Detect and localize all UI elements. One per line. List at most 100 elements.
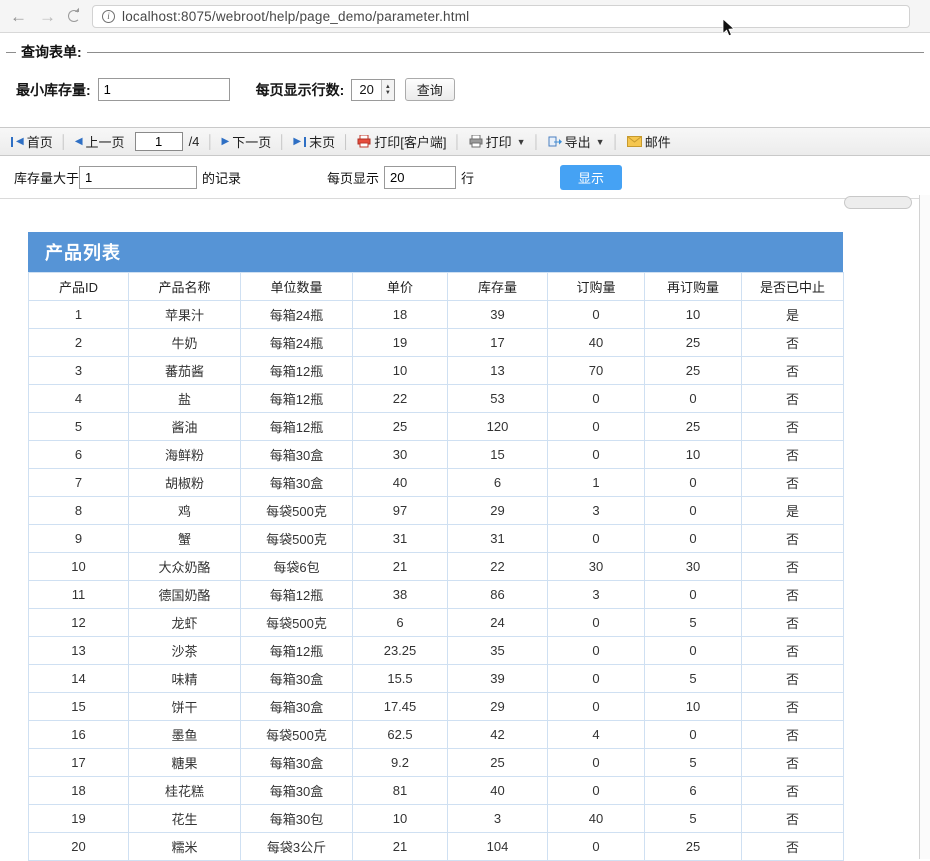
mail-button[interactable]: 邮件 — [623, 132, 675, 151]
next-page-label: 下一页 — [232, 135, 272, 150]
first-page-icon — [11, 136, 13, 147]
stock-gt-label: 库存量大于 — [14, 170, 80, 186]
table-cell: 牛奶 — [128, 328, 241, 357]
export-label: 导出 — [564, 135, 591, 150]
rows-per-page-stepper[interactable]: 20 ▲ ▼ — [351, 78, 395, 101]
table-cell: 10 — [28, 552, 129, 581]
prev-page-button[interactable]: ◀ 上一页 — [71, 132, 129, 151]
rows-per-page-value: 20 — [359, 81, 374, 97]
table-cell: 苹果汁 — [128, 300, 241, 329]
table-cell: 8 — [28, 496, 129, 525]
table-cell: 否 — [741, 636, 844, 665]
table-cell: 3 — [547, 580, 645, 609]
table-cell: 糯米 — [128, 832, 241, 861]
table-cell: 0 — [547, 748, 645, 777]
table-cell: 酱油 — [128, 412, 241, 441]
table-cell: 0 — [547, 776, 645, 805]
url-text: localhost:8075/webroot/help/page_demo/pa… — [122, 8, 470, 24]
table-cell: 否 — [741, 720, 844, 749]
forward-icon[interactable]: → — [39, 8, 56, 25]
table-cell: 每箱12瓶 — [240, 384, 353, 413]
col-header-discontinued: 是否已中止 — [741, 272, 844, 301]
next-page-button[interactable]: ▶ 下一页 — [218, 132, 276, 151]
stepper-down-icon[interactable]: ▼ — [385, 90, 391, 96]
query-form-legend: 查询表单: — [21, 44, 82, 60]
table-cell: 4 — [28, 384, 129, 413]
horizontal-scrollbar-thumb[interactable] — [844, 196, 912, 209]
records-suffix-label: 的记录 — [202, 170, 242, 186]
table-cell: 4 — [547, 720, 645, 749]
vertical-scrollbar[interactable] — [919, 195, 930, 859]
table-cell: 9.2 — [352, 748, 448, 777]
table-cell: 18 — [28, 776, 129, 805]
table-cell: 35 — [447, 636, 548, 665]
page-number-input[interactable] — [134, 132, 183, 151]
stepper-arrows-icon[interactable]: ▲ ▼ — [380, 79, 394, 100]
table-cell: 17 — [28, 748, 129, 777]
first-page-button[interactable]: ◀ 首页 — [7, 132, 57, 151]
toolbar-separator: │ — [532, 134, 541, 149]
table-cell: 19 — [352, 328, 448, 357]
info-icon[interactable]: i — [102, 9, 115, 23]
table-row: 11 德国奶酪 每箱12瓶 38 86 3 0 否 — [28, 580, 844, 609]
table-cell: 25 — [644, 412, 742, 441]
per-page-input[interactable] — [384, 165, 457, 189]
last-page-button[interactable]: ▶ 末页 — [289, 132, 339, 151]
table-cell: 40 — [547, 804, 645, 833]
table-cell: 0 — [644, 524, 742, 553]
reload-icon[interactable] — [68, 10, 80, 22]
toolbar-separator: │ — [453, 134, 462, 149]
chevron-down-icon: ▼ — [516, 136, 526, 147]
table-cell: 否 — [741, 552, 844, 581]
table-cell: 20 — [28, 832, 129, 861]
stock-gt-input[interactable] — [79, 165, 198, 189]
table-cell: 否 — [741, 524, 844, 553]
table-cell: 每箱30盒 — [240, 776, 353, 805]
table-cell: 0 — [644, 636, 742, 665]
table-cell: 3 — [447, 804, 548, 833]
product-table-section: 产品列表 产品ID 产品名称 单位数量 单价 库存量 订购量 再订购量 是否已中… — [28, 232, 844, 861]
table-cell: 胡椒粉 — [128, 468, 241, 497]
prev-page-label: 上一页 — [85, 135, 125, 150]
table-cell: 42 — [447, 720, 548, 749]
first-page-label: 首页 — [26, 135, 53, 150]
query-button[interactable]: 查询 — [404, 78, 455, 101]
table-cell: 15 — [28, 692, 129, 721]
back-icon[interactable]: ← — [10, 8, 27, 25]
table-cell: 22 — [447, 552, 548, 581]
table-row: 19 花生 每箱30包 10 3 40 5 否 — [28, 804, 844, 833]
table-cell: 40 — [447, 776, 548, 805]
show-button[interactable]: 显示 — [560, 164, 623, 190]
table-cell: 0 — [547, 832, 645, 861]
table-cell: 7 — [28, 468, 129, 497]
last-page-icon: ▶ — [293, 135, 302, 147]
table-cell: 31 — [352, 524, 448, 553]
table-cell: 5 — [644, 608, 742, 637]
table-cell: 每箱30盒 — [240, 664, 353, 693]
address-bar[interactable]: i localhost:8075/webroot/help/page_demo/… — [92, 4, 910, 28]
table-cell: 每箱12瓶 — [240, 636, 353, 665]
export-button[interactable]: 导出 ▼ — [544, 132, 609, 151]
toolbar-separator: │ — [342, 134, 351, 149]
min-stock-input[interactable] — [97, 78, 230, 101]
table-cell: 40 — [547, 328, 645, 357]
min-stock-label: 最小库存量: — [16, 81, 91, 98]
table-cell: 25 — [352, 412, 448, 441]
table-row: 15 饼干 每箱30盒 17.45 29 0 10 否 — [28, 692, 844, 721]
table-cell: 5 — [644, 748, 742, 777]
table-body: 1 苹果汁 每箱24瓶 18 39 0 10 是 2 牛奶 每箱24瓶 19 17 40 25 否 3 蕃茄酱 每箱… — [28, 300, 844, 861]
table-row: 9 蟹每袋500克 31 31 0 0 否 — [28, 524, 844, 553]
table-cell: 86 — [447, 580, 548, 609]
table-cell: 否 — [741, 804, 844, 833]
print-client-button[interactable]: 打印[客户端] — [353, 132, 450, 151]
table-cell: 17 — [447, 328, 548, 357]
query-form-fieldset: 查询表单: 最小库存量: 每页显示行数: 20 ▲ ▼ 查询 — [6, 42, 924, 127]
table-row: 4 盐每箱12瓶 22 53 0 0 否 — [28, 384, 844, 413]
col-header-unit-price: 单价 — [352, 272, 448, 301]
print-button[interactable]: 打印 ▼ — [465, 132, 530, 151]
table-header-row: 产品ID 产品名称 单位数量 单价 库存量 订购量 再订购量 是否已中止 — [28, 272, 844, 301]
table-cell: 6 — [352, 608, 448, 637]
table-cell: 味精 — [128, 664, 241, 693]
table-cell: 12 — [28, 608, 129, 637]
table-cell: 德国奶酪 — [128, 580, 241, 609]
